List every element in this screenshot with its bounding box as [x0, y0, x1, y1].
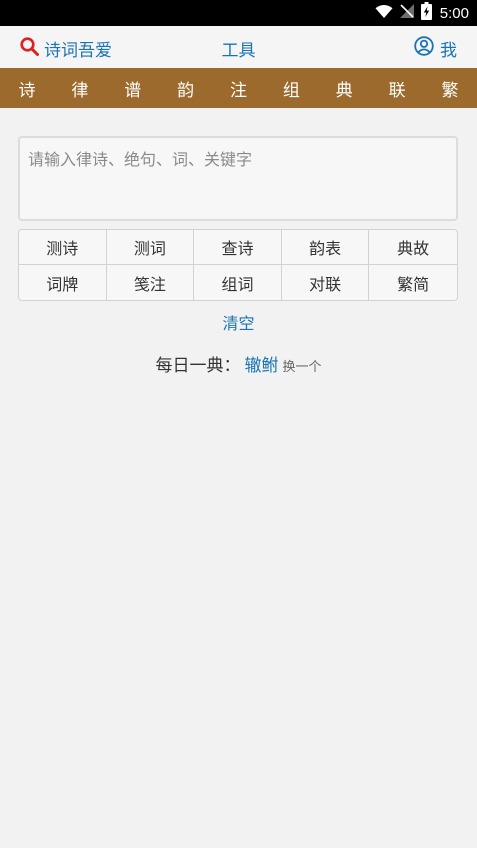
tool-convert-button[interactable]: 繁简: [369, 265, 457, 300]
nav-item-annotation[interactable]: 注: [230, 76, 248, 101]
tool-check-ci-button[interactable]: 测词: [106, 230, 195, 265]
daily-allusion: 每日一典： 辙鲋 换一个: [0, 351, 477, 376]
nav-item-regulated-verse[interactable]: 律: [71, 76, 89, 101]
search-icon: [20, 36, 39, 61]
poem-input[interactable]: [18, 136, 458, 221]
battery-charging-icon: [420, 2, 432, 24]
tool-annotation-button[interactable]: 笺注: [107, 265, 195, 300]
nav-item-allusion[interactable]: 典: [335, 76, 353, 101]
tool-rhyme-table-button[interactable]: 韵表: [281, 230, 370, 265]
app-header: 诗词吾爱 工具 我: [0, 26, 477, 68]
switch-button[interactable]: 换一个: [282, 360, 321, 375]
status-bar: 5:00: [0, 0, 477, 26]
category-nav: 诗 律 谱 韵 注 组 典 联 繁: [0, 68, 477, 108]
status-icons: 5:00: [375, 2, 469, 24]
user-icon: [414, 36, 434, 61]
no-signal-icon: [399, 3, 415, 23]
profile-button[interactable]: 我: [414, 36, 457, 61]
tool-word-group-button[interactable]: 组词: [194, 265, 282, 300]
nav-item-tune-pattern[interactable]: 谱: [124, 76, 142, 101]
search-app-button[interactable]: 诗词吾爱: [20, 36, 112, 61]
tool-allusion-button[interactable]: 典故: [369, 230, 457, 265]
daily-label: 每日一典：: [155, 356, 241, 376]
nav-item-couplet[interactable]: 联: [388, 76, 406, 101]
nav-item-word-group[interactable]: 组: [282, 76, 300, 101]
status-time: 5:00: [439, 4, 469, 22]
tool-couplet-button[interactable]: 对联: [282, 265, 370, 300]
nav-item-rhyme[interactable]: 韵: [177, 76, 195, 101]
nav-item-poem[interactable]: 诗: [18, 76, 36, 101]
tool-grid: 测诗 测词 查诗 韵表 典故 词牌 笺注 组词 对联 繁简: [18, 229, 458, 301]
wifi-icon: [375, 4, 393, 23]
page-title: 工具: [221, 41, 256, 61]
profile-label: 我: [440, 41, 457, 61]
clear-button[interactable]: 清空: [222, 314, 254, 333]
nav-item-traditional[interactable]: 繁: [441, 76, 459, 101]
daily-word-link[interactable]: 辙鲋: [244, 356, 278, 376]
tool-search-poem-button[interactable]: 查诗: [194, 230, 282, 265]
tool-check-poem-button[interactable]: 测诗: [19, 230, 107, 265]
tool-ci-tune-button[interactable]: 词牌: [19, 265, 107, 300]
app-name-label: 诗词吾爱: [44, 41, 112, 61]
